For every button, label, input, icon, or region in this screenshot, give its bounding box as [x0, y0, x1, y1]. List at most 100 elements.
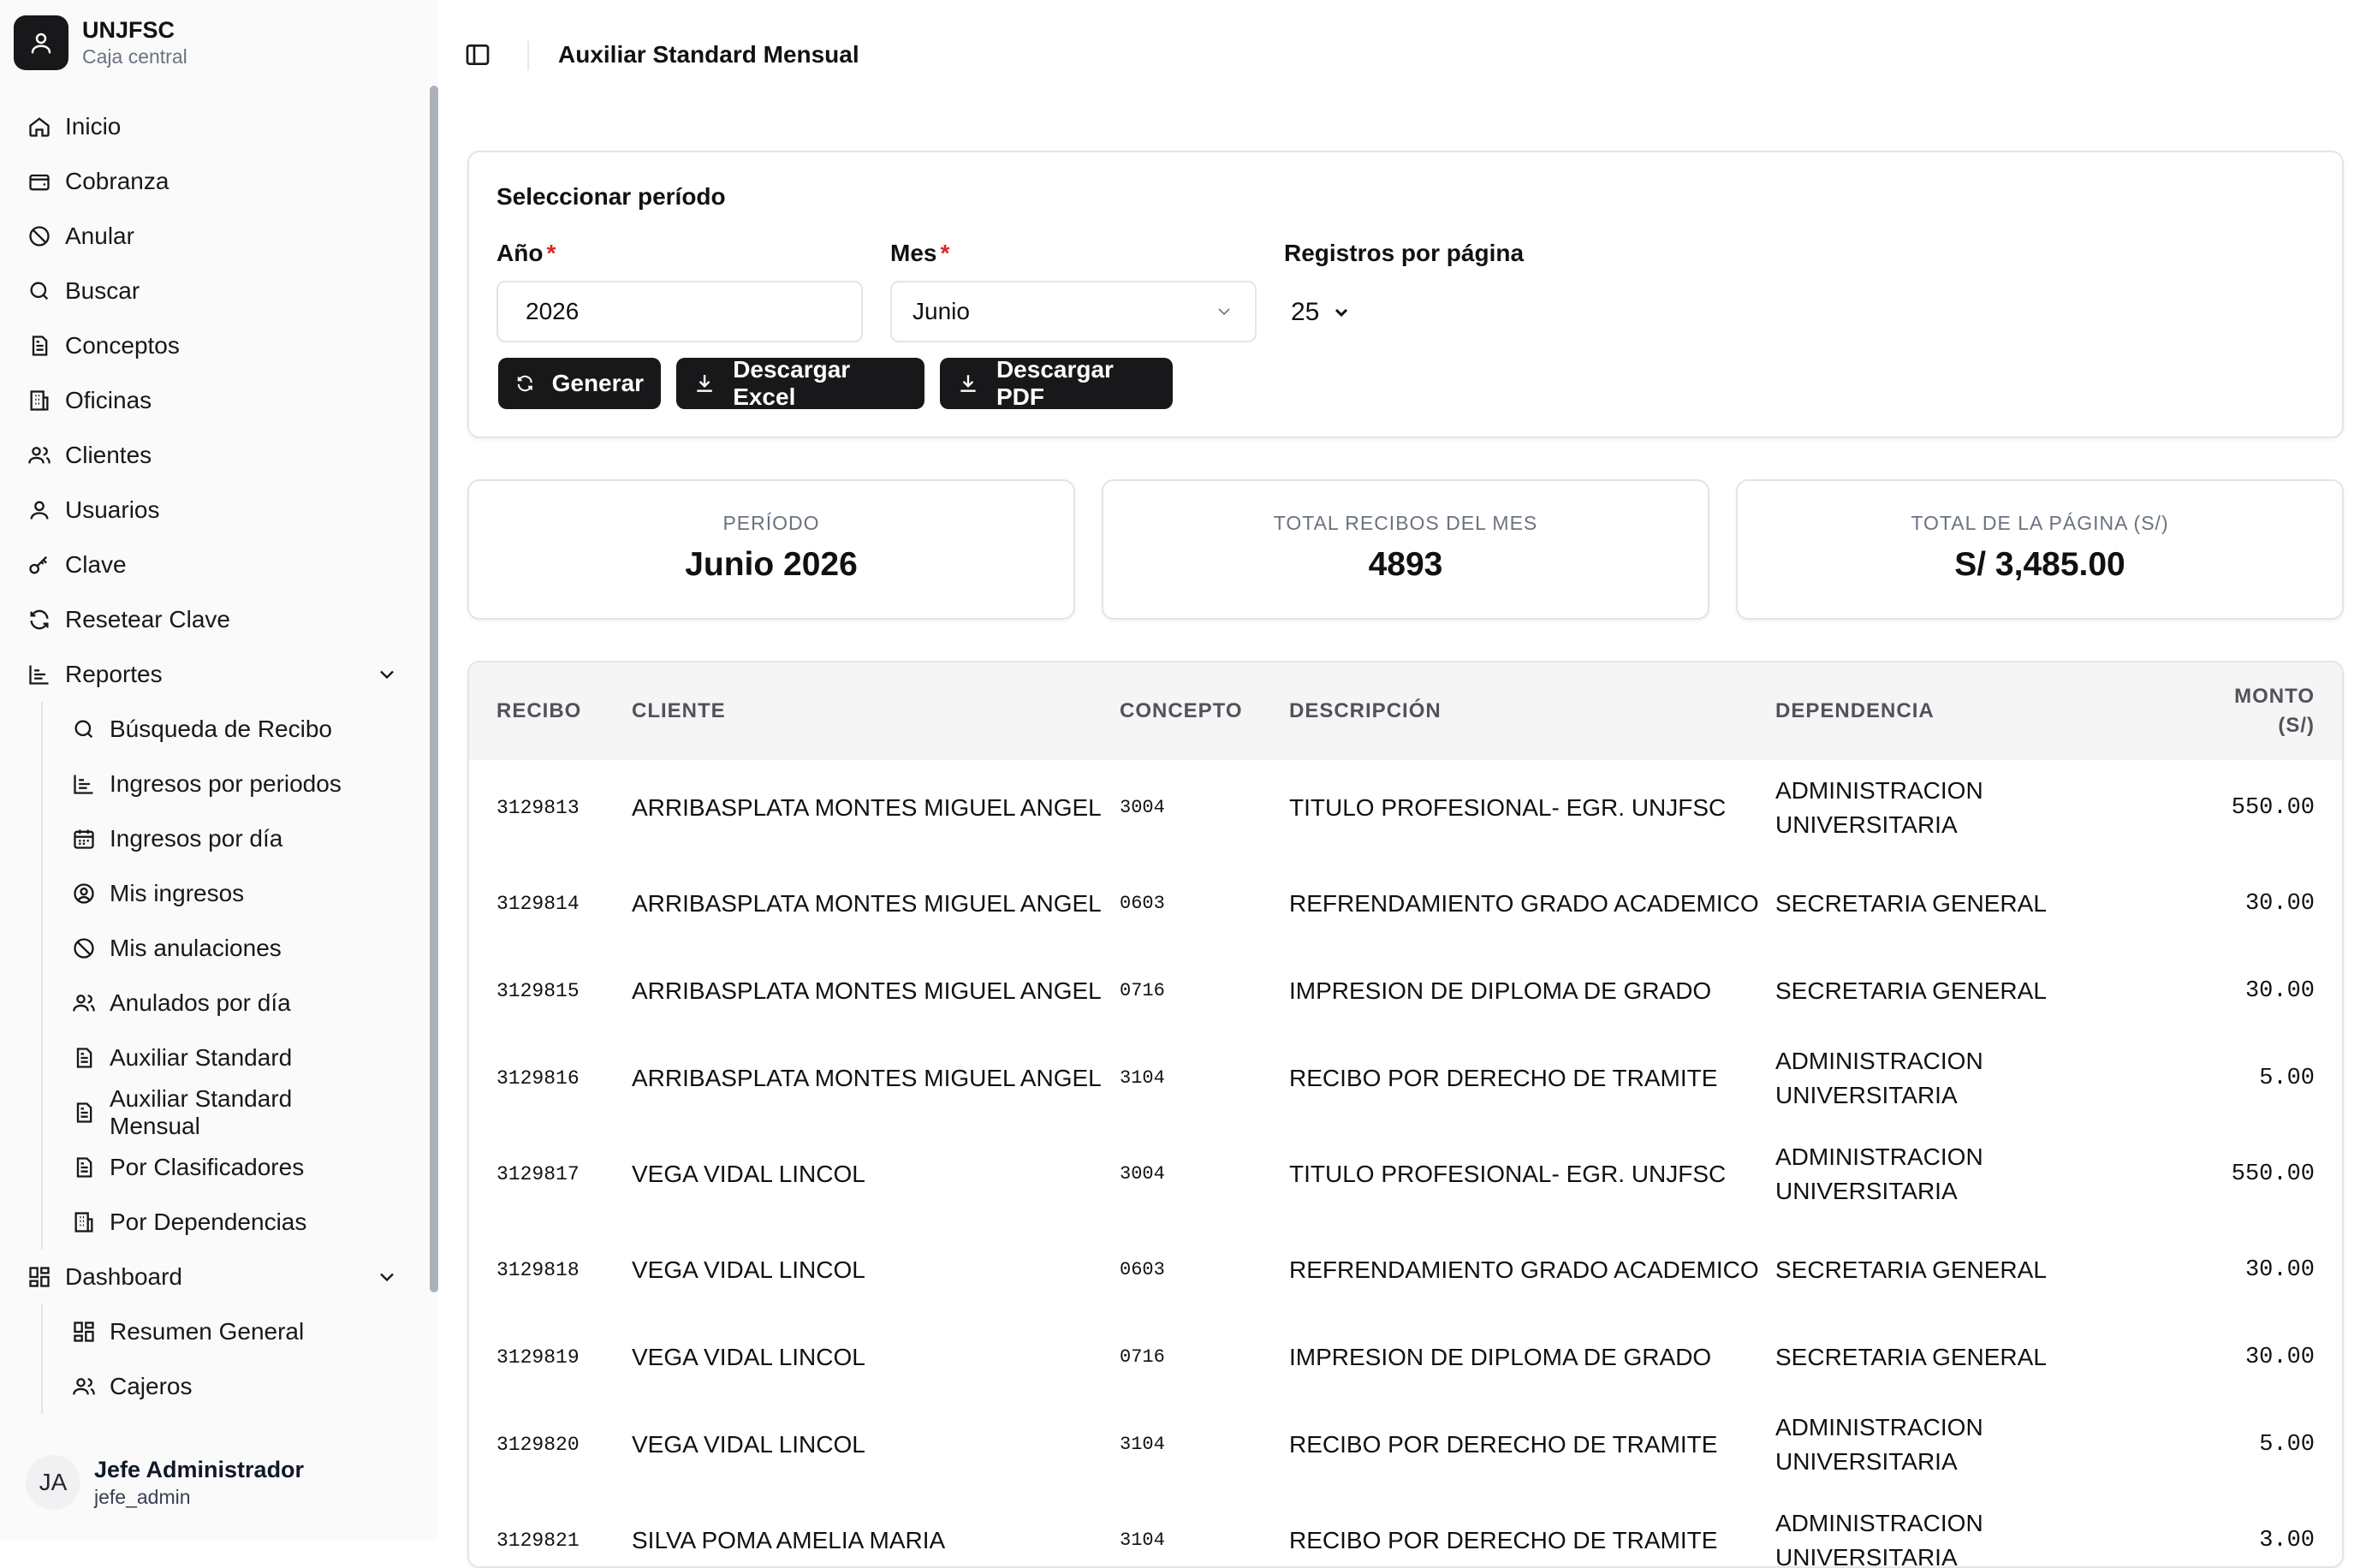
users-icon	[72, 1375, 96, 1399]
download-excel-button[interactable]: Descargar Excel	[676, 356, 924, 410]
table-row[interactable]: 3129819 VEGA VIDAL LINCOL 0716 IMPRESION…	[469, 1318, 2342, 1397]
download-icon	[697, 375, 712, 392]
cell-dependencia: ADMINISTRACION UNIVERSITARIA	[1775, 777, 1983, 838]
cell-cliente: VEGA VIDAL LINCOL	[632, 1161, 865, 1187]
stat-pagina-value: S/ 3,485.00	[1954, 546, 2125, 583]
users-icon	[72, 991, 96, 1015]
sidebar-item-inicio[interactable]: Inicio	[0, 99, 428, 154]
ban-icon	[72, 936, 96, 960]
per-page-select[interactable]: 25	[1291, 298, 1352, 327]
sidebar-item-anulados-dia[interactable]: Anulados por día	[43, 976, 428, 1030]
sidebar-item-resumen-general[interactable]: Resumen General	[43, 1304, 428, 1359]
cell-dependencia: ADMINISTRACION UNIVERSITARIA	[1775, 1414, 1983, 1475]
col-concepto[interactable]: CONCEPTO	[1119, 662, 1288, 760]
cell-recibo: 3129815	[496, 980, 580, 1002]
table-row[interactable]: 3129816 ARRIBASPLATA MONTES MIGUEL ANGEL…	[469, 1030, 2342, 1126]
cell-descripcion: RECIBO POR DERECHO DE TRAMITE	[1289, 1065, 1718, 1091]
table-row[interactable]: 3129815 ARRIBASPLATA MONTES MIGUEL ANGEL…	[469, 952, 2342, 1030]
cell-cliente: ARRIBASPLATA MONTES MIGUEL ANGEL	[632, 977, 1102, 1004]
building-icon	[72, 1210, 96, 1234]
chevron-down-icon	[1218, 308, 1230, 316]
cell-recibo: 3129814	[496, 893, 580, 915]
month-select[interactable]: Junio	[890, 281, 1257, 342]
cell-recibo: 3129820	[496, 1434, 580, 1456]
sidebar-nav: Inicio Cobranza Anular Buscar Conceptos …	[0, 99, 428, 1414]
chart-icon	[72, 772, 96, 796]
receipts-table: RECIBO CLIENTE CONCEPTO DESCRIPCIÓN DEPE…	[469, 662, 2342, 1566]
page-title: Auxiliar Standard Mensual	[558, 41, 859, 68]
stat-periodo-card: PERÍODO Junio 2026	[467, 479, 1075, 620]
user-profile[interactable]: JA Jefe Administrador jefe_admin	[26, 1455, 304, 1510]
sidebar-item-clientes[interactable]: Clientes	[0, 428, 428, 483]
generar-button[interactable]: Generar	[498, 358, 661, 409]
col-descripcion[interactable]: DESCRIPCIÓN	[1288, 662, 1774, 760]
sidebar-item-label: Inicio	[65, 113, 122, 140]
reportes-submenu: Búsqueda de Recibo Ingresos por periodos…	[41, 702, 428, 1250]
table-row[interactable]: 3129814 ARRIBASPLATA MONTES MIGUEL ANGEL…	[469, 856, 2342, 952]
required-mark: *	[546, 240, 556, 266]
stat-pagina-label: TOTAL DE LA PÁGINA (S/)	[1911, 512, 2169, 534]
sidebar-item-reportes[interactable]: Reportes	[0, 647, 428, 702]
col-monto-line2: (S/)	[2278, 714, 2315, 737]
sidebar-item-cobranza[interactable]: Cobranza	[0, 154, 428, 209]
search-icon	[27, 279, 51, 303]
sidebar-item-resetear-clave[interactable]: Resetear Clave	[0, 592, 428, 647]
sidebar-item-busqueda-recibo[interactable]: Búsqueda de Recibo	[43, 702, 428, 757]
col-cliente[interactable]: CLIENTE	[631, 662, 1119, 760]
brand[interactable]: UNJFSC Caja central	[14, 15, 187, 70]
sidebar-item-label: Oficinas	[65, 387, 152, 413]
sidebar-item-ingresos-periodos[interactable]: Ingresos por periodos	[43, 757, 428, 811]
sidebar-item-label: Buscar	[65, 277, 140, 304]
sidebar-item-buscar[interactable]: Buscar	[0, 264, 428, 318]
cell-descripcion: TITULO PROFESIONAL- EGR. UNJFSC	[1289, 794, 1727, 821]
sidebar-item-mis-anulaciones[interactable]: Mis anulaciones	[43, 921, 428, 976]
required-mark: *	[940, 240, 950, 266]
sidebar-item-ingresos-dia[interactable]: Ingresos por día	[43, 811, 428, 866]
table-row[interactable]: 3129820 VEGA VIDAL LINCOL 3104 RECIBO PO…	[469, 1397, 2342, 1493]
per-page-label: Registros por página	[1284, 240, 1525, 266]
table-row[interactable]: 3129821 SILVA POMA AMELIA MARIA 3104 REC…	[469, 1493, 2342, 1566]
refresh-icon	[517, 375, 532, 392]
sidebar-item-label: Ingresos por día	[110, 825, 283, 852]
home-icon	[27, 115, 51, 139]
sidebar-item-por-clasificadores[interactable]: Por Clasificadores	[43, 1140, 428, 1195]
sidebar-item-auxiliar-standard[interactable]: Auxiliar Standard	[43, 1030, 428, 1085]
cell-monto: 550.00	[2231, 1161, 2315, 1187]
col-monto[interactable]: MONTO (S/)	[2136, 662, 2342, 760]
col-dependencia[interactable]: DEPENDENCIA	[1774, 662, 2136, 760]
generar-label: Generar	[551, 370, 644, 396]
table-row[interactable]: 3129813 ARRIBASPLATA MONTES MIGUEL ANGEL…	[469, 760, 2342, 856]
page-header: Auxiliar Standard Mensual	[438, 0, 2366, 110]
user-login: jefe_admin	[94, 1486, 191, 1508]
cell-recibo: 3129813	[496, 797, 580, 819]
sidebar-scrollbar[interactable]	[430, 86, 438, 1292]
wallet-icon	[27, 169, 51, 193]
sidebar-toggle-icon[interactable]	[464, 41, 491, 68]
cell-descripcion: TITULO PROFESIONAL- EGR. UNJFSC	[1289, 1161, 1727, 1187]
sidebar-item-anular[interactable]: Anular	[0, 209, 428, 264]
sidebar-item-auxiliar-standard-mensual[interactable]: Auxiliar Standard Mensual	[43, 1085, 428, 1140]
sidebar-item-dashboard[interactable]: Dashboard	[0, 1250, 428, 1304]
sidebar-item-mis-ingresos[interactable]: Mis ingresos	[43, 866, 428, 921]
sidebar-item-label: Mis anulaciones	[110, 935, 282, 961]
sidebar-item-label: Resumen General	[110, 1318, 305, 1345]
sidebar-item-usuarios[interactable]: Usuarios	[0, 483, 428, 538]
year-input[interactable]: 2026	[496, 281, 863, 342]
sidebar-item-conceptos[interactable]: Conceptos	[0, 318, 428, 373]
sidebar: UNJFSC Caja central Inicio Cobranza Anul…	[0, 0, 438, 1540]
cell-dependencia: SECRETARIA GENERAL	[1775, 890, 2047, 917]
sidebar-item-label: Ingresos por periodos	[110, 770, 342, 797]
user-circle-icon	[72, 882, 96, 906]
sidebar-item-clave[interactable]: Clave	[0, 538, 428, 592]
chevron-down-icon	[1335, 308, 1348, 318]
table-row[interactable]: 3129817 VEGA VIDAL LINCOL 3004 TITULO PR…	[469, 1126, 2342, 1222]
download-pdf-button[interactable]: Descargar PDF	[940, 356, 1173, 410]
table-row[interactable]: 3129818 VEGA VIDAL LINCOL 0603 REFRENDAM…	[469, 1222, 2342, 1318]
brand-name: UNJFSC	[82, 17, 175, 43]
cell-concepto: 0716	[1120, 1346, 1165, 1368]
sidebar-item-por-dependencias[interactable]: Por Dependencias	[43, 1195, 428, 1250]
sidebar-item-cajeros[interactable]: Cajeros	[43, 1359, 428, 1414]
col-recibo[interactable]: RECIBO	[469, 662, 631, 760]
sidebar-item-oficinas[interactable]: Oficinas	[0, 373, 428, 428]
key-icon	[27, 553, 51, 577]
